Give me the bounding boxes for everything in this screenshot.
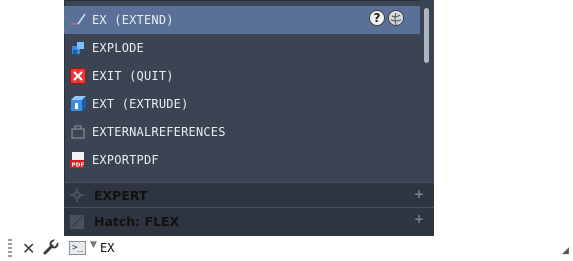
- chevron-down-icon[interactable]: ▼: [90, 240, 97, 250]
- help-icon[interactable]: ?: [369, 10, 385, 26]
- suggestion-label: EXIT (QUIT): [92, 69, 174, 83]
- suggestion-item-extend[interactable]: EX (EXTEND): [64, 6, 420, 34]
- command-prompt-icon[interactable]: >_: [69, 241, 86, 255]
- external-references-icon: [70, 124, 86, 140]
- suggestion-label: EXTERNALREFERENCES: [92, 125, 226, 139]
- scrollbar-thumb[interactable]: [424, 8, 429, 63]
- explode-icon: [70, 40, 86, 56]
- suggestion-label: EX (EXTEND): [92, 13, 174, 27]
- extrude-icon: [70, 96, 86, 112]
- command-input[interactable]: [100, 239, 550, 257]
- command-line-bar: ✕ >_ ▼ ◢: [0, 236, 573, 261]
- suggestion-label: EXPLODE: [92, 41, 144, 55]
- category-expert[interactable]: EXPERT +: [64, 182, 434, 207]
- extend-icon: [70, 12, 86, 28]
- suggestion-list: EX (EXTEND) EXPLODE EXIT (QUIT) EXT (EXT…: [64, 0, 420, 182]
- suggestion-item-exit[interactable]: EXIT (QUIT): [64, 62, 420, 90]
- command-autocomplete-popup: EX (EXTEND) EXPLODE EXIT (QUIT) EXT (EXT…: [64, 0, 434, 236]
- svg-text:PDF: PDF: [72, 163, 85, 169]
- hatch-icon: [70, 214, 84, 229]
- resize-handle-icon[interactable]: ◢: [562, 246, 569, 256]
- suggestion-item-exportpdf[interactable]: PDF EXPORTPDF: [64, 146, 420, 174]
- suggestion-label: EXT (EXTRUDE): [92, 97, 189, 111]
- suggestion-label: EXPORTPDF: [92, 153, 159, 167]
- suggestion-item-externalreferences[interactable]: EXTERNALREFERENCES: [64, 118, 420, 146]
- wrench-icon[interactable]: [42, 238, 60, 256]
- globe-icon[interactable]: [388, 10, 404, 26]
- suggestion-item-extrude[interactable]: EXT (EXTRUDE): [64, 90, 420, 118]
- pdf-icon: PDF: [70, 152, 86, 168]
- category-label: EXPERT: [94, 187, 148, 203]
- exit-icon: [70, 68, 86, 84]
- expand-icon[interactable]: +: [414, 212, 424, 226]
- vertical-scrollbar[interactable]: [420, 0, 434, 182]
- close-button[interactable]: ✕: [22, 239, 35, 258]
- gear-icon: [70, 188, 84, 202]
- category-hatch-flex[interactable]: Hatch: FLEX +: [64, 207, 434, 235]
- expand-icon[interactable]: +: [414, 187, 424, 201]
- category-label: Hatch: FLEX: [94, 214, 180, 229]
- suggestion-item-explode[interactable]: EXPLODE: [64, 34, 420, 62]
- drag-grip-icon[interactable]: [8, 239, 12, 258]
